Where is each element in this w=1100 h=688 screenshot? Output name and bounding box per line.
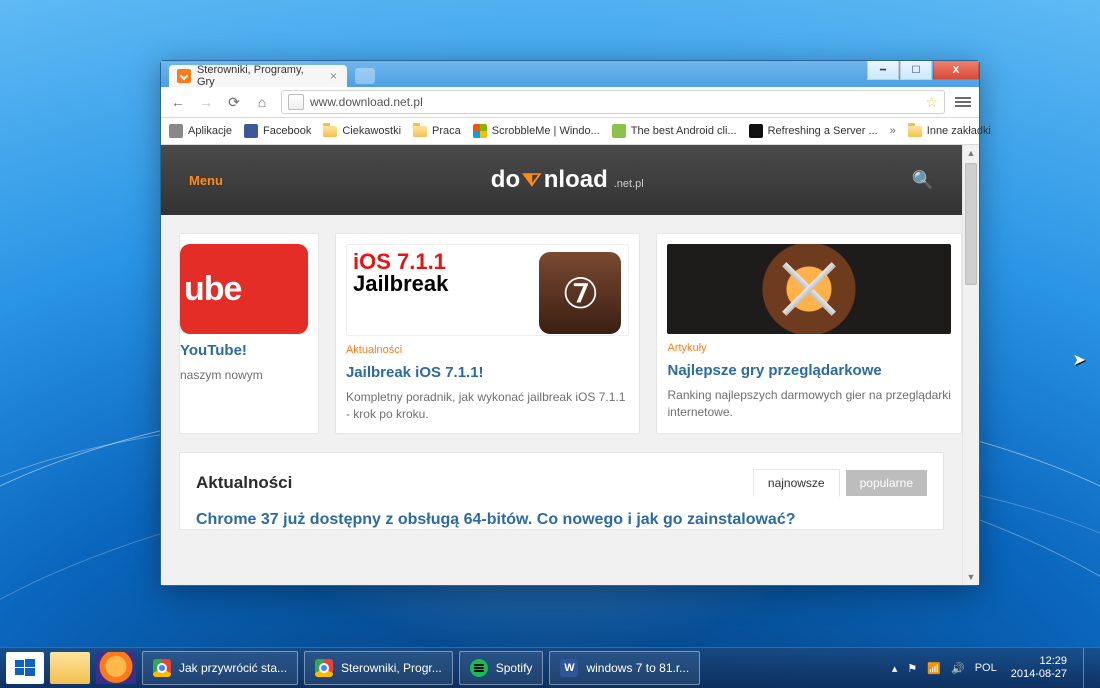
tab-popular[interactable]: popularne <box>846 470 927 496</box>
steam-icon <box>749 124 763 138</box>
desktop: ➤ Sterowniki, Programy, Gry × ━ ☐ X ← → … <box>0 0 1100 688</box>
chrome-window: Sterowniki, Programy, Gry × ━ ☐ X ← → ⟳ … <box>160 60 980 586</box>
clock-time: 12:29 <box>1039 655 1067 668</box>
mouse-cursor: ➤ <box>1073 350 1086 370</box>
taskbar-item[interactable]: Sterowniki, Progr... <box>304 651 453 685</box>
site-menu-button[interactable]: Menu <box>189 173 223 188</box>
scrollbar[interactable]: ▲ ▼ <box>962 145 979 585</box>
folder-icon <box>413 126 427 137</box>
tab-newest[interactable]: najnowsze <box>753 469 840 497</box>
new-tab-button[interactable] <box>355 68 375 84</box>
taskbar-pin-explorer[interactable] <box>50 652 90 684</box>
chrome-icon <box>153 659 171 677</box>
panel-title: Aktualności <box>196 473 747 493</box>
news-headline[interactable]: Chrome 37 już dostępny z obsługą 64-bitó… <box>196 511 927 529</box>
site-header: Menu do⧨nload.net.pl 🔍 <box>161 145 962 215</box>
swords-thumb <box>667 244 951 334</box>
search-icon[interactable]: 🔍 <box>912 170 934 191</box>
windows-icon <box>15 658 35 678</box>
taskbar-label: Sterowniki, Progr... <box>341 661 442 675</box>
card-desc: Kompletny poradnik, jak wykonać jailbrea… <box>346 389 630 423</box>
page-viewport: Menu do⧨nload.net.pl 🔍 ube YouTube! nasz… <box>161 145 979 585</box>
bookmark-apps[interactable]: Aplikacje <box>169 124 232 138</box>
scroll-down-icon[interactable]: ▼ <box>963 569 979 585</box>
card-category: Artykuły <box>667 342 951 354</box>
tab-strip: Sterowniki, Programy, Gry × ━ ☐ X <box>161 61 979 87</box>
apps-icon <box>169 124 183 138</box>
tray-chevron-icon[interactable]: ▴ <box>892 662 898 675</box>
seven-icon: ⑦ <box>536 249 624 336</box>
bookmark-scrobbleme[interactable]: ScrobbleMe | Windo... <box>473 124 600 138</box>
taskbar-item[interactable]: Spotify <box>459 651 544 685</box>
window-close-button[interactable]: X <box>933 61 979 80</box>
tab-favicon <box>177 69 191 83</box>
reload-button[interactable]: ⟳ <box>225 94 243 111</box>
card-title: Najlepsze gry przeglądarkowe <box>667 362 951 379</box>
url-text: www.download.net.pl <box>310 95 919 109</box>
tab-close-icon[interactable]: × <box>330 70 337 82</box>
tray-network-icon[interactable]: 📶 <box>927 662 941 675</box>
card-desc: naszym nowym <box>180 367 308 384</box>
windows-icon <box>473 124 487 138</box>
browser-tab[interactable]: Sterowniki, Programy, Gry × <box>169 65 347 87</box>
taskbar: Jak przywrócić sta... Sterowniki, Progr.… <box>0 647 1100 688</box>
window-minimize-button[interactable]: ━ <box>867 61 899 80</box>
show-desktop-button[interactable] <box>1083 648 1094 688</box>
address-bar[interactable]: www.download.net.pl ☆ <box>281 90 945 114</box>
clock-date: 2014-08-27 <box>1011 668 1067 681</box>
taskbar-item[interactable]: W windows 7 to 81.r... <box>549 651 700 685</box>
bookmarks-bar: Aplikacje Facebook Ciekawostki Praca Scr… <box>161 118 979 145</box>
site-info-icon[interactable] <box>288 94 304 110</box>
taskbar-label: Jak przywrócić sta... <box>179 661 287 675</box>
toolbar: ← → ⟳ ⌂ www.download.net.pl ☆ <box>161 87 979 118</box>
bookmark-refreshing[interactable]: Refreshing a Server ... <box>749 124 878 138</box>
featured-cards: ube YouTube! naszym nowym iOS 7.1.1 Jail… <box>161 215 962 452</box>
card-title: Jailbreak iOS 7.1.1! <box>346 364 630 381</box>
forward-button[interactable]: → <box>197 94 215 110</box>
card-jailbreak[interactable]: iOS 7.1.1 Jailbreak ⑦ Aktualności Jailbr… <box>335 233 641 434</box>
youtube-thumb: ube <box>180 244 308 334</box>
taskbar-pin-firefox[interactable] <box>96 652 136 684</box>
home-button[interactable]: ⌂ <box>253 94 271 110</box>
bookmark-other-folder[interactable]: Inne zakładki <box>908 125 991 137</box>
card-category: Aktualności <box>346 344 630 356</box>
window-maximize-button[interactable]: ☐ <box>900 61 932 80</box>
chrome-menu-button[interactable] <box>955 97 971 107</box>
facebook-icon <box>244 124 258 138</box>
bookmark-star-icon[interactable]: ☆ <box>925 94 938 111</box>
card-games[interactable]: Artykuły Najlepsze gry przeglądarkowe Ra… <box>656 233 962 434</box>
scroll-up-icon[interactable]: ▲ <box>963 145 979 161</box>
tray-flag-icon[interactable]: ⚑ <box>907 662 917 675</box>
news-panel: Aktualności najnowsze popularne Chrome 3… <box>179 452 944 530</box>
folder-icon <box>908 126 922 137</box>
tray-volume-icon[interactable]: 🔊 <box>951 662 965 675</box>
spotify-icon <box>470 659 488 677</box>
taskbar-label: Spotify <box>496 661 533 675</box>
bookmark-folder[interactable]: Praca <box>413 125 461 137</box>
taskbar-clock[interactable]: 12:29 2014-08-27 <box>1011 655 1067 680</box>
taskbar-item[interactable]: Jak przywrócić sta... <box>142 651 298 685</box>
card-title: YouTube! <box>180 342 308 359</box>
folder-icon <box>323 126 337 137</box>
bookmark-android[interactable]: The best Android cli... <box>612 124 737 138</box>
card-desc: Ranking najlepszych darmowych gier na pr… <box>667 387 951 421</box>
card-youtube[interactable]: ube YouTube! naszym nowym <box>179 233 319 434</box>
chevron-down-icon: ⧨ <box>522 170 542 191</box>
word-icon: W <box>560 659 578 677</box>
taskbar-label: windows 7 to 81.r... <box>586 661 689 675</box>
back-button[interactable]: ← <box>169 94 187 110</box>
bookmark-folder[interactable]: Ciekawostki <box>323 125 401 137</box>
chrome-icon <box>315 659 333 677</box>
tray-language[interactable]: POL <box>975 662 997 674</box>
system-tray: ▴ ⚑ 📶 🔊 POL 12:29 2014-08-27 <box>892 648 1094 688</box>
scroll-thumb[interactable] <box>965 163 977 285</box>
start-button[interactable] <box>6 652 44 684</box>
tab-title: Sterowniki, Programy, Gry <box>197 64 324 88</box>
jailbreak-thumb: iOS 7.1.1 Jailbreak ⑦ <box>346 244 630 336</box>
android-icon <box>612 124 626 138</box>
bookmark-facebook[interactable]: Facebook <box>244 124 311 138</box>
bookmarks-overflow[interactable]: » <box>890 125 896 137</box>
site-logo[interactable]: do⧨nload.net.pl <box>491 166 644 194</box>
